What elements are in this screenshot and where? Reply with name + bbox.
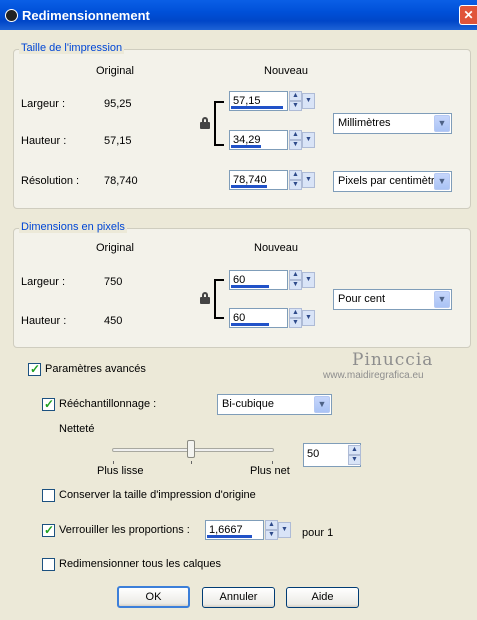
resample-label[interactable]: Rééchantillonnage : — [59, 398, 156, 410]
resolution-unit-select[interactable]: Pixels par centimètre ▼ — [333, 171, 452, 192]
slider-max-label: Plus net — [250, 465, 290, 477]
chevron-down-icon[interactable]: ▼ — [302, 272, 315, 288]
spin-down-icon[interactable]: ▼ — [289, 318, 302, 328]
spin-up-icon[interactable]: ▲ — [348, 445, 361, 455]
print-width-spinner[interactable]: 57,15 ▲ ▼ ▼ — [229, 91, 316, 113]
lock-ratio-label[interactable]: Verrouiller les proportions : — [59, 524, 190, 536]
lock-icon[interactable] — [200, 117, 210, 129]
resize-dialog: Redimensionnement ✕ Taille de l'impressi… — [0, 0, 477, 620]
chevron-down-icon[interactable]: ▼ — [302, 93, 315, 109]
print-height-original: 57,15 — [104, 135, 132, 147]
spin-up-icon[interactable]: ▲ — [289, 270, 302, 280]
cancel-button[interactable]: Annuler — [202, 587, 275, 608]
pixel-new-header: Nouveau — [254, 242, 299, 254]
spin-down-icon[interactable]: ▼ — [265, 530, 278, 540]
print-original-header: Original — [96, 65, 134, 77]
lock-icon[interactable] — [200, 292, 210, 304]
sharpness-slider-thumb[interactable] — [187, 440, 195, 458]
chevron-down-icon[interactable]: ▼ — [314, 396, 330, 413]
pixel-width-original: 750 — [104, 276, 123, 288]
sharpness-spinner[interactable]: 50 ▲ ▼ — [303, 443, 361, 467]
spin-up-icon[interactable]: ▲ — [289, 91, 302, 101]
resample-method-select[interactable]: Bi-cubique ▼ — [217, 394, 332, 415]
watermark-name: Pinuccia — [352, 350, 434, 370]
spin-down-icon[interactable]: ▼ — [289, 101, 302, 111]
advanced-settings-checkbox[interactable] — [28, 362, 41, 376]
pixel-width-spinner[interactable]: 60 ▲ ▼ ▼ — [229, 270, 316, 292]
ratio-input[interactable]: 1,6667 — [205, 520, 264, 540]
pixel-unit-select[interactable]: Pour cent ▼ — [333, 289, 452, 310]
ratio-spinner[interactable]: 1,6667 ▲ ▼ ▼ — [205, 520, 292, 542]
lock-ratio-checkbox[interactable] — [42, 523, 55, 537]
spinner-progress-bar — [231, 185, 267, 188]
sharpness-input[interactable]: 50 — [307, 448, 319, 460]
pixel-dimensions-legend: Dimensions en pixels — [19, 221, 127, 233]
resize-all-layers-checkbox[interactable] — [42, 558, 55, 571]
spinner-progress-bar — [231, 323, 269, 326]
print-width-label: Largeur : — [21, 98, 66, 110]
chevron-down-icon[interactable]: ▼ — [278, 522, 291, 538]
print-width-original: 95,25 — [104, 98, 132, 110]
chevron-down-icon[interactable]: ▼ — [434, 173, 450, 190]
link-bracket — [214, 279, 216, 319]
pixel-original-header: Original — [96, 242, 134, 254]
keep-print-size-label[interactable]: Conserver la taille d'impression d'origi… — [59, 489, 256, 501]
resize-all-layers-label[interactable]: Redimensionner tous les calques — [59, 558, 221, 570]
app-icon — [5, 9, 18, 22]
print-unit-select[interactable]: Millimètres ▼ — [333, 113, 452, 134]
sharpness-label: Netteté — [59, 423, 95, 435]
title-bar[interactable]: Redimensionnement ✕ — [0, 0, 477, 30]
window-title: Redimensionnement — [22, 8, 150, 23]
spin-up-icon[interactable]: ▲ — [265, 520, 278, 530]
close-button[interactable]: ✕ — [459, 5, 477, 25]
spin-up-icon[interactable]: ▲ — [289, 308, 302, 318]
pixel-width-label: Largeur : — [21, 276, 66, 288]
resolution-spinner[interactable]: 78,740 ▲ ▼ ▼ — [229, 170, 316, 192]
spinner-progress-bar — [231, 285, 269, 288]
slider-min-label: Plus lisse — [97, 465, 144, 477]
spin-up-icon[interactable]: ▲ — [289, 130, 302, 140]
advanced-settings-label[interactable]: Paramètres avancés — [45, 363, 146, 375]
link-bracket — [214, 101, 216, 146]
chevron-down-icon[interactable]: ▼ — [434, 291, 450, 308]
resolution-label: Résolution : — [21, 175, 80, 187]
resample-checkbox[interactable] — [42, 397, 55, 411]
resolution-original: 78,740 — [104, 175, 138, 187]
pixel-width-input[interactable]: 60 — [229, 270, 288, 290]
chevron-down-icon[interactable]: ▼ — [302, 172, 315, 188]
print-new-header: Nouveau — [264, 65, 309, 77]
spin-down-icon[interactable]: ▼ — [289, 180, 302, 190]
print-size-legend: Taille de l'impression — [19, 42, 125, 54]
print-height-label: Hauteur : — [21, 135, 67, 147]
spin-down-icon[interactable]: ▼ — [289, 140, 302, 150]
pixel-height-original: 450 — [104, 315, 123, 327]
pixel-height-input[interactable]: 60 — [229, 308, 288, 328]
spinner-progress-bar — [231, 106, 283, 109]
pixel-height-label: Hauteur : — [21, 315, 67, 327]
print-height-input[interactable]: 34,29 — [229, 130, 288, 150]
chevron-down-icon[interactable]: ▼ — [302, 310, 315, 326]
spin-down-icon[interactable]: ▼ — [348, 455, 361, 465]
watermark-url: www.maidiregrafica.eu — [323, 370, 424, 381]
chevron-down-icon[interactable]: ▼ — [302, 132, 315, 148]
pixel-height-spinner[interactable]: 60 ▲ ▼ ▼ — [229, 308, 316, 330]
print-height-spinner[interactable]: 34,29 ▲ ▼ ▼ — [229, 130, 316, 152]
print-width-input[interactable]: 57,15 — [229, 91, 288, 111]
spinner-progress-bar — [231, 145, 261, 148]
keep-print-size-checkbox[interactable] — [42, 489, 55, 502]
help-button[interactable]: Aide — [286, 587, 359, 608]
ok-button[interactable]: OK — [117, 586, 190, 608]
chevron-down-icon[interactable]: ▼ — [434, 115, 450, 132]
resolution-input[interactable]: 78,740 — [229, 170, 288, 190]
ratio-suffix: pour 1 — [302, 527, 334, 539]
spin-down-icon[interactable]: ▼ — [289, 280, 302, 290]
spin-up-icon[interactable]: ▲ — [289, 170, 302, 180]
spinner-progress-bar — [207, 535, 252, 538]
